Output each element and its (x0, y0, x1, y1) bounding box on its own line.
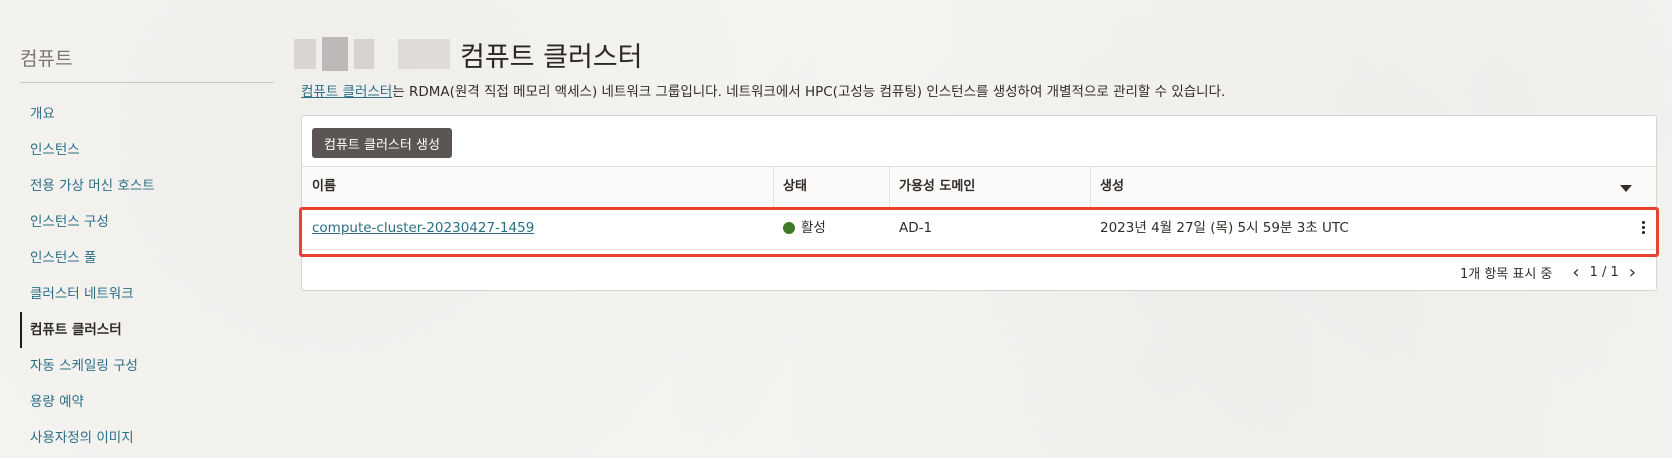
redacted-text (398, 39, 450, 69)
status-active-icon (783, 222, 795, 234)
compute-cluster-doc-link[interactable]: 컴퓨트 클러스터 (301, 84, 392, 100)
row-actions-kebab-icon[interactable] (1640, 219, 1646, 237)
cell-created: 2023년 4월 27일 (목) 5시 59분 3초 UTC (1100, 220, 1349, 236)
sort-desc-icon[interactable] (1620, 185, 1632, 192)
status-text: 활성 (801, 220, 826, 236)
redacted-text (294, 39, 316, 69)
page-title: 컴퓨트 클러스터 (294, 34, 642, 74)
sidebar-item-compute-clusters[interactable]: 컴퓨트 클러스터 (20, 312, 274, 348)
sidebar-title: 컴퓨트 (20, 48, 73, 70)
page-title-text: 컴퓨트 클러스터 (460, 41, 643, 73)
column-header-created[interactable]: 생성 (1090, 167, 1656, 207)
redacted-text (322, 37, 348, 71)
column-header-availability-domain[interactable]: 가용성 도메인 (889, 167, 1091, 207)
table-header: 이름 상태 가용성 도메인 생성 (302, 166, 1656, 208)
sidebar-item-dedicated-vm-hosts[interactable]: 전용 가상 머신 호스트 (20, 168, 274, 204)
cell-state: 활성 (773, 207, 826, 249)
sidebar-item-instance-configurations[interactable]: 인스턴스 구성 (20, 204, 274, 240)
sidebar-item-overview[interactable]: 개요 (20, 96, 274, 132)
sidebar-item-autoscaling-configurations[interactable]: 자동 스케일링 구성 (20, 348, 274, 384)
cell-name: compute-cluster-20230427-1459 (302, 207, 534, 249)
page-description: 컴퓨트 클러스터는 RDMA(원격 직접 메모리 액세스) 네트워크 그룹입니다… (301, 80, 1225, 100)
column-header-name[interactable]: 이름 (302, 167, 774, 207)
sidebar-nav: 개요 인스턴스 전용 가상 머신 호스트 인스턴스 구성 인스턴스 풀 클러스터… (20, 96, 274, 456)
sidebar-item-cluster-networks[interactable]: 클러스터 네트워크 (20, 276, 274, 312)
page-indicator: 1 / 1 (1589, 264, 1619, 280)
previous-page-icon[interactable]: ‹ (1566, 262, 1585, 283)
redacted-text (354, 39, 374, 69)
items-count: 1개 항목 표시 중 (1459, 266, 1553, 282)
next-page-icon[interactable]: › (1623, 262, 1642, 283)
pagination: 1개 항목 표시 중 ‹ 1 / 1 › (1460, 260, 1642, 284)
create-compute-cluster-button[interactable]: 컴퓨트 클러스터 생성 (312, 128, 452, 158)
sidebar-item-instance-pools[interactable]: 인스턴스 풀 (20, 240, 274, 276)
compute-clusters-panel: 컴퓨트 클러스터 생성 이름 상태 가용성 도메인 생성 compute-clu… (301, 115, 1657, 291)
sidebar-item-custom-images[interactable]: 사용자정의 이미지 (20, 420, 274, 456)
cell-availability-domain: AD-1 (899, 220, 933, 236)
description-text: 는 RDMA(원격 직접 메모리 액세스) 네트워크 그룹입니다. 네트워크에서… (392, 84, 1226, 100)
table-row: compute-cluster-20230427-1459 활성 AD-1 20… (302, 207, 1656, 250)
sidebar-item-capacity-reservations[interactable]: 용량 예약 (20, 384, 274, 420)
column-header-state[interactable]: 상태 (773, 167, 890, 207)
sidebar-item-instances[interactable]: 인스턴스 (20, 132, 274, 168)
compute-cluster-link[interactable]: compute-cluster-20230427-1459 (312, 220, 534, 236)
sidebar-divider (20, 82, 274, 83)
